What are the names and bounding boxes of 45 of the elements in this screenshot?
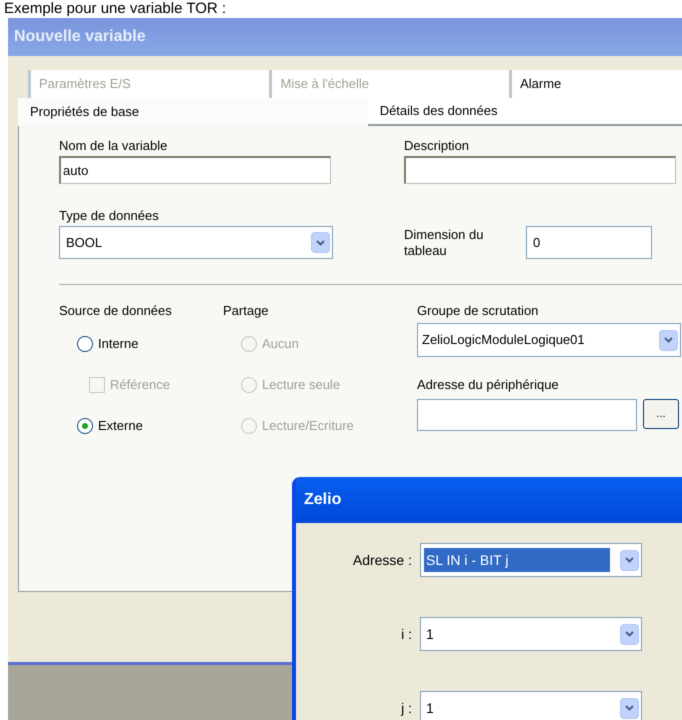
tab[interactable]: Alarme	[509, 70, 682, 98]
field-label: j :	[400, 698, 413, 718]
window-title: Nouvelle variable	[14, 27, 146, 47]
tab[interactable]: Propriétés de base	[18, 98, 368, 126]
chevron-down-icon	[625, 557, 634, 563]
chevron-down-icon	[625, 705, 634, 711]
group-label: Source de données	[59, 302, 173, 320]
caption: Exemple pour une variable TOR :	[3, 0, 228, 18]
option-label: Aucun	[262, 334, 299, 353]
input-field[interactable]: auto	[59, 156, 331, 184]
option-label: Interne	[98, 334, 138, 353]
dropdown-field[interactable]: SL IN i - BIT j	[420, 543, 642, 577]
input-field[interactable]	[404, 156, 676, 184]
dropdown-field[interactable]: BOOL	[59, 226, 333, 259]
field-label: i :	[400, 624, 413, 644]
option-label: Lecture seule	[262, 376, 340, 394]
option-label: Lecture/Ecriture	[262, 416, 354, 435]
field-label: Description	[404, 137, 470, 155]
chevron-down-icon	[625, 631, 634, 637]
dropdown-field[interactable]: 1	[420, 617, 642, 651]
chevron-down-icon	[664, 337, 673, 343]
dropdown-field[interactable]: 1	[420, 691, 642, 720]
field-label: Groupe de scrutation	[417, 302, 540, 320]
dropdown-button[interactable]	[620, 698, 639, 718]
radio-button[interactable]	[77, 418, 93, 434]
tab[interactable]: Détails des données	[368, 98, 682, 126]
dropdown-field[interactable]: ZelioLogicModuleLogique01	[417, 323, 681, 357]
dropdown-button[interactable]	[620, 550, 639, 570]
window-title: Zelio	[304, 490, 342, 510]
radio-button[interactable]	[77, 336, 93, 352]
group-label: Partage	[223, 302, 270, 320]
dropdown-button[interactable]	[311, 232, 330, 253]
field-label: Dimension du tableau	[404, 227, 484, 259]
dropdown-button[interactable]	[620, 624, 639, 644]
option-label: Externe	[98, 416, 143, 435]
field-label: Nom de la variable	[59, 137, 168, 155]
option-label: Référence	[110, 376, 170, 394]
dropdown-button[interactable]	[659, 330, 678, 350]
field-label: Adresse :	[352, 550, 413, 570]
chevron-down-icon	[316, 240, 325, 246]
input-field[interactable]	[417, 399, 637, 431]
field-label: Adresse du périphérique	[417, 376, 560, 394]
browse-button[interactable]: ...	[643, 399, 679, 429]
field-label: Type de données	[59, 207, 160, 225]
input-field[interactable]: 0	[526, 226, 652, 259]
